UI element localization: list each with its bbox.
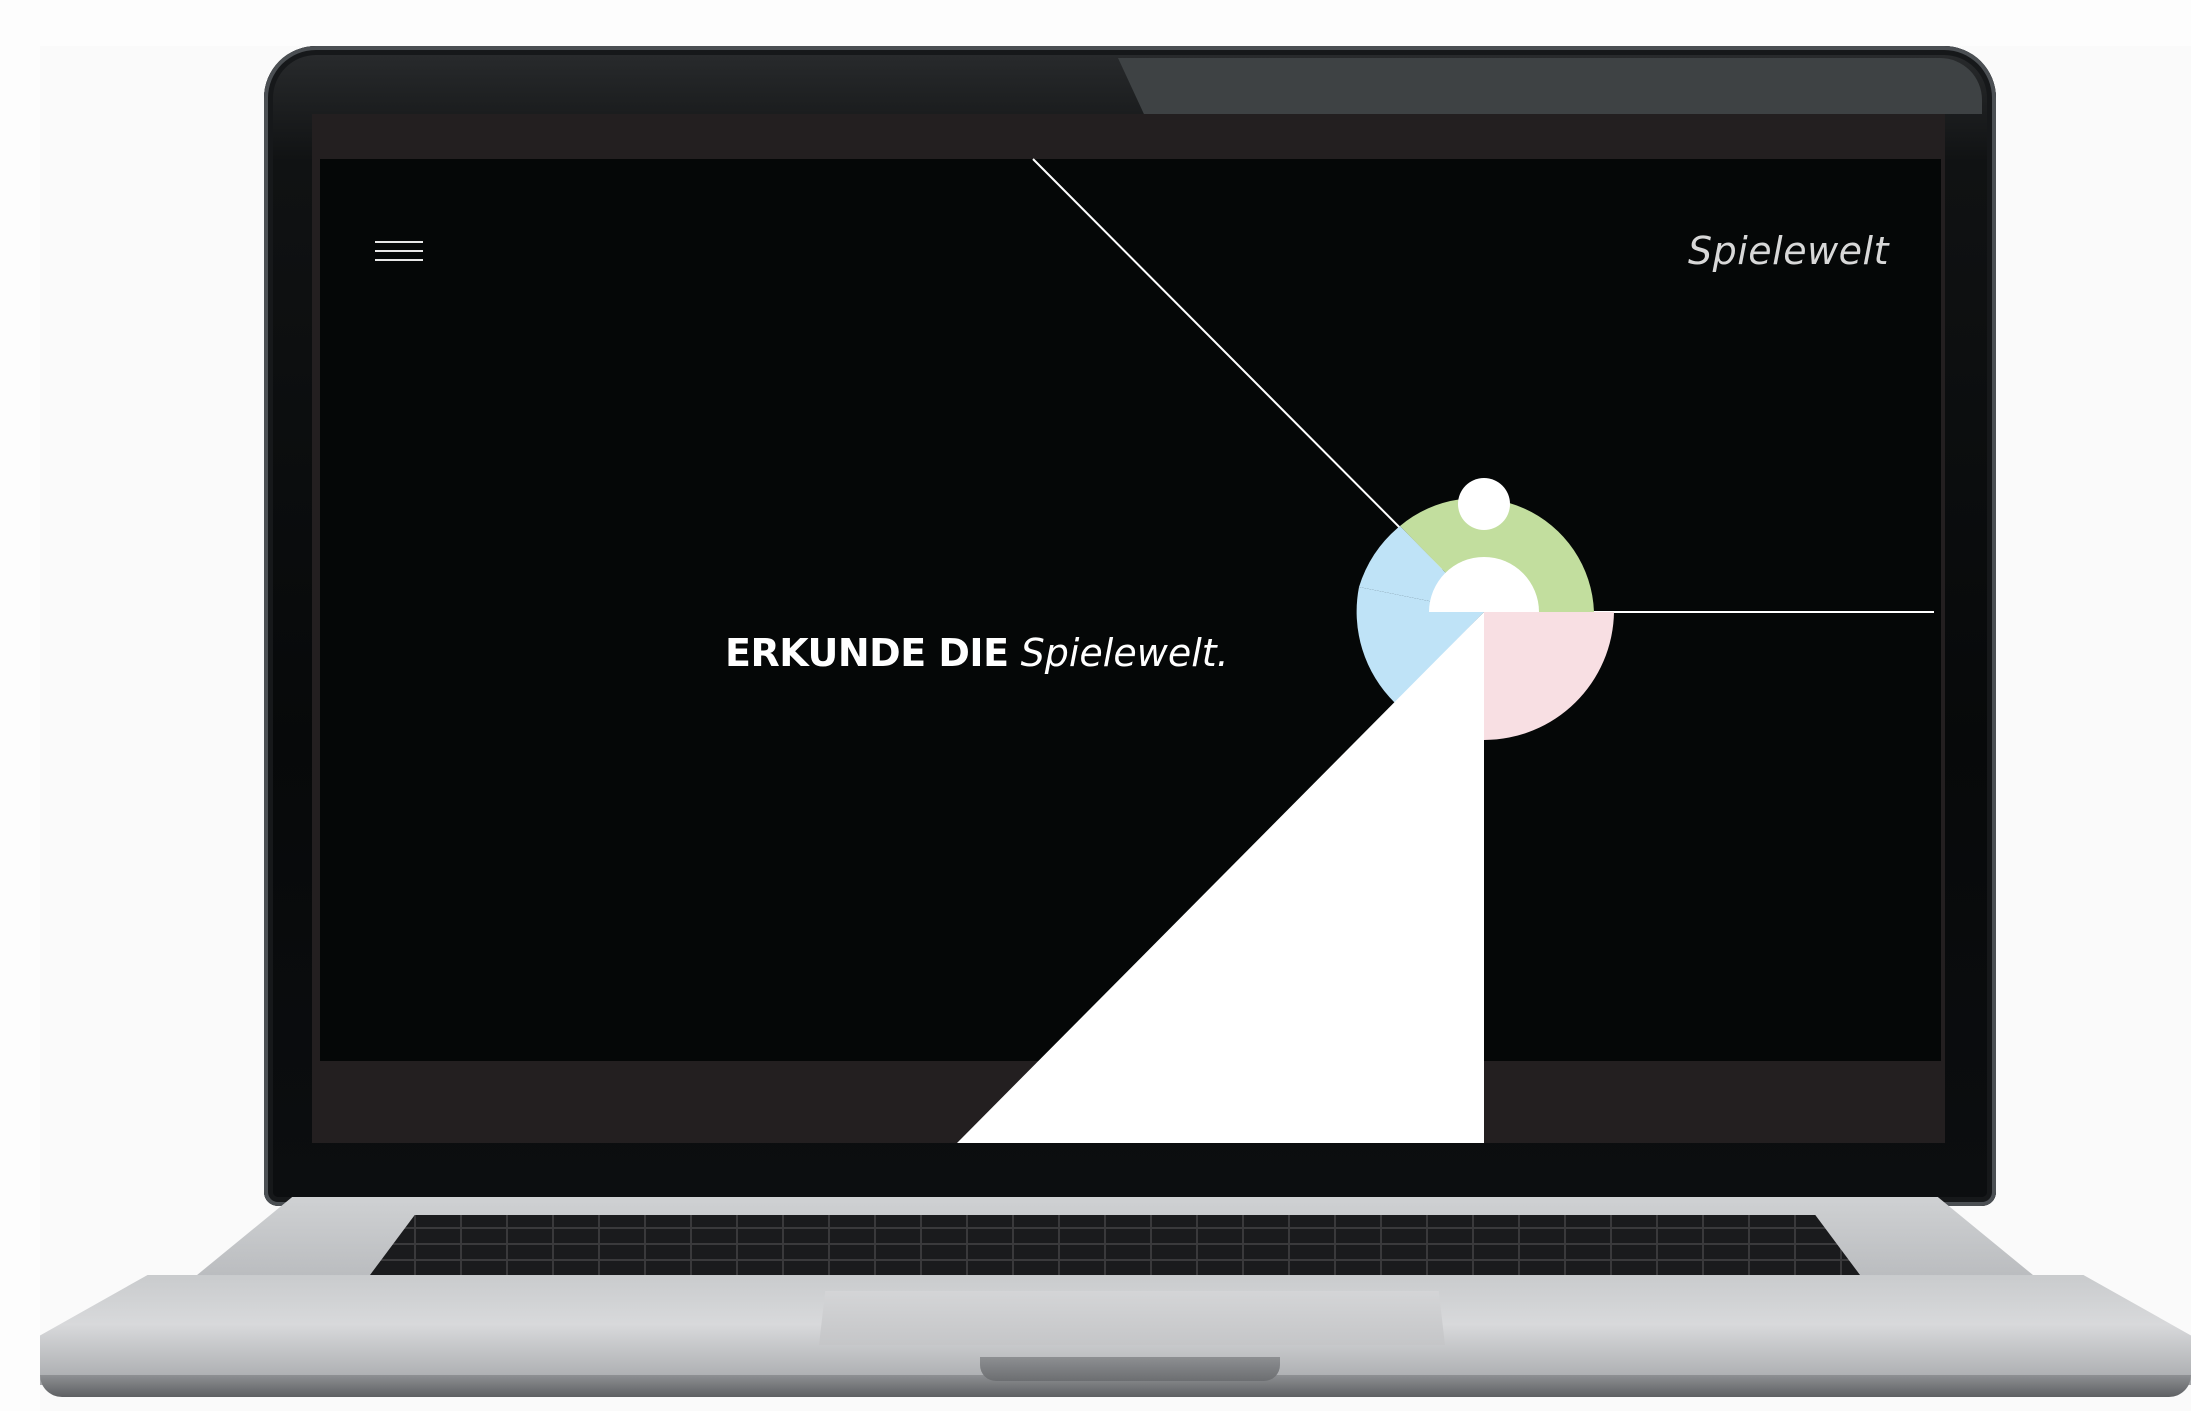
pink-segment [1484,612,1614,740]
white-dot [1458,478,1510,530]
lid-glare [1118,58,1982,114]
hero-graphic [957,158,1934,1143]
laptop-screen: Spielewelt ERKUNDE DIE Spielewelt. [312,114,1945,1143]
diagonal-line [1032,158,1443,571]
lid-opening-notch [980,1357,1280,1381]
laptop-base [40,1197,2191,1411]
trackpad [819,1291,1445,1345]
keyboard [370,1215,1860,1275]
